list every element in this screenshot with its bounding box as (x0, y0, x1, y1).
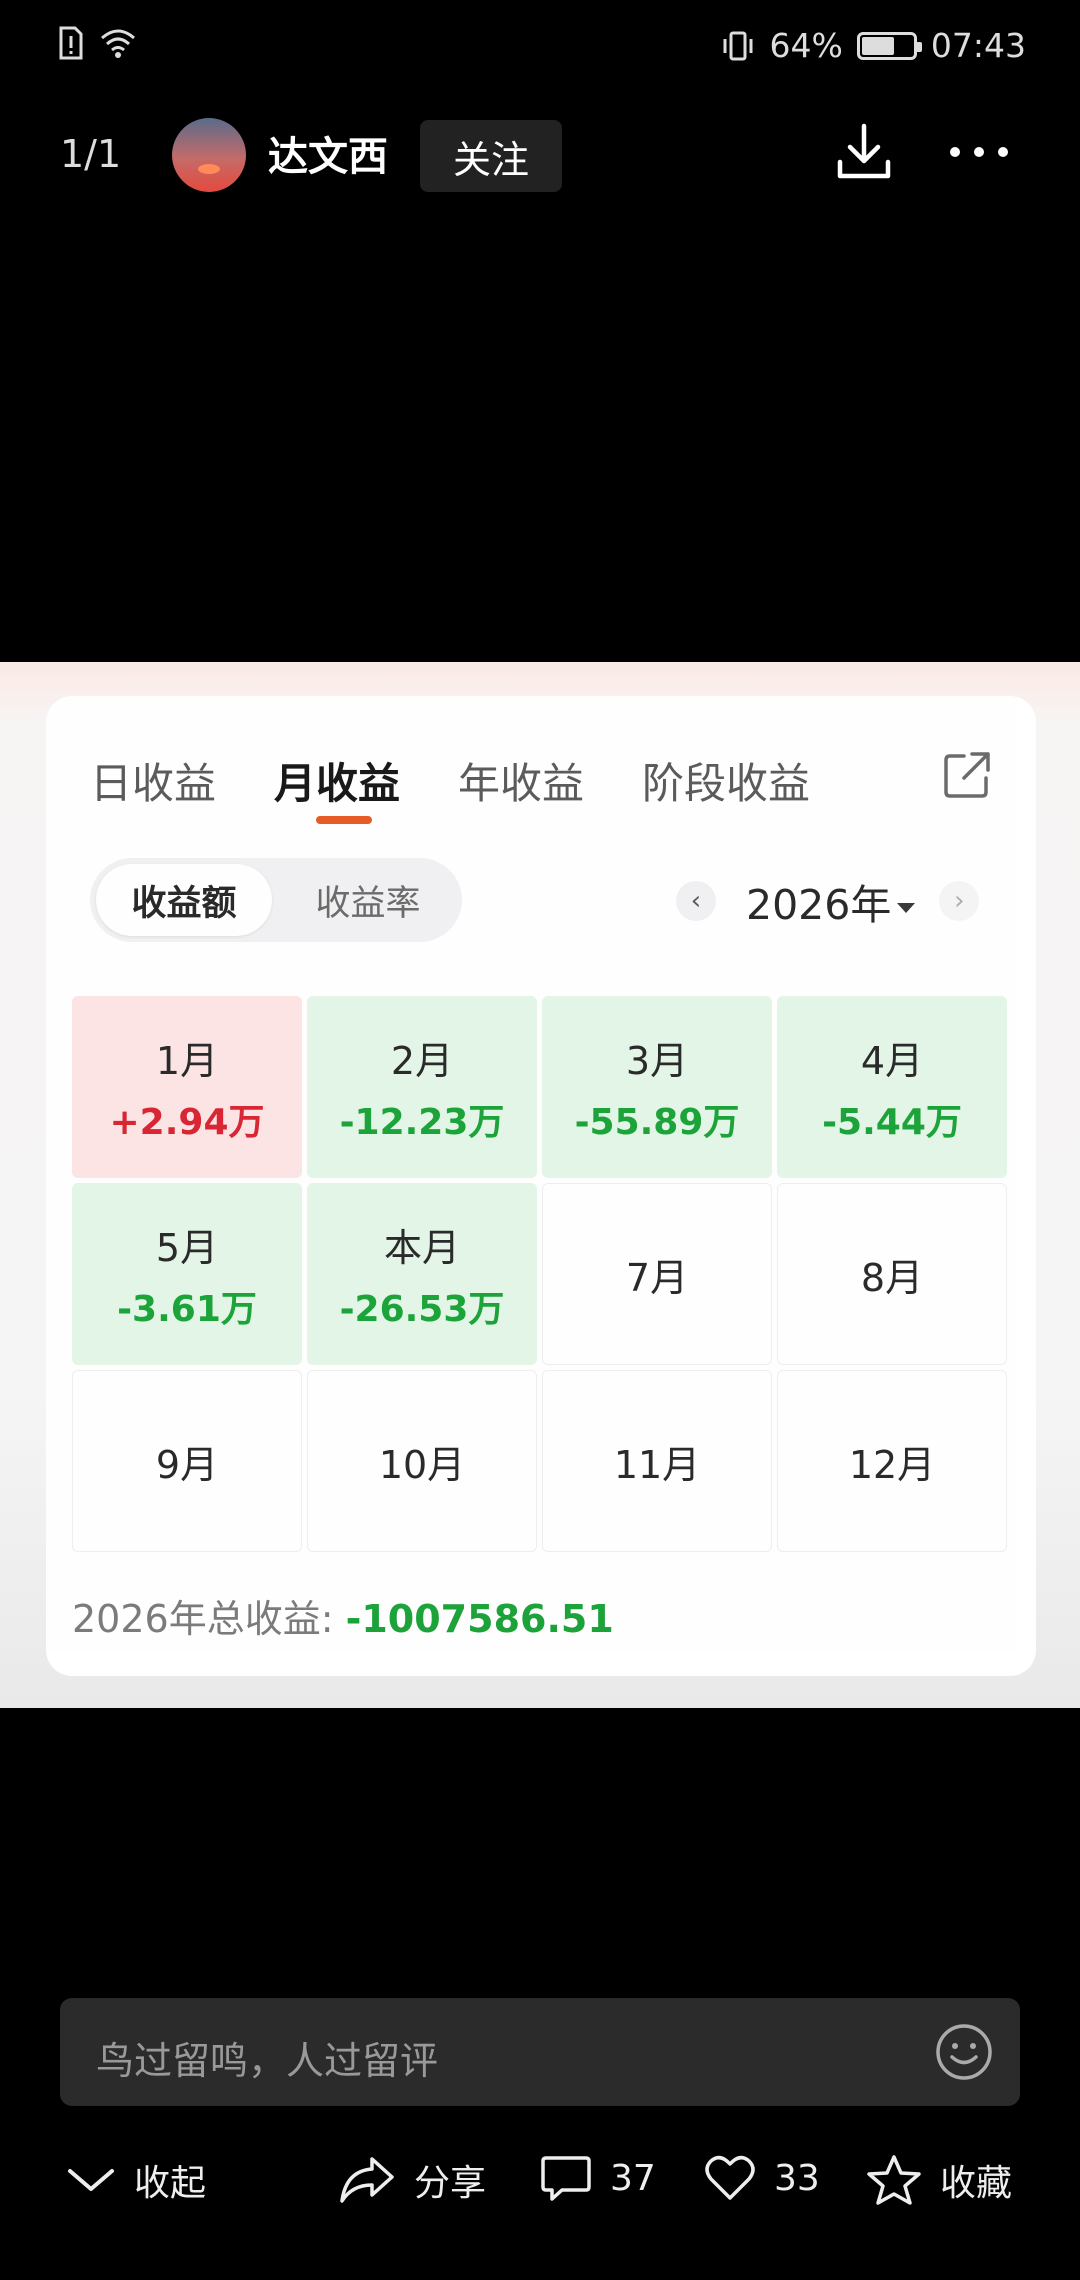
month-cell[interactable]: 9月 (72, 1370, 302, 1552)
tab-monthly[interactable]: 月收益 (274, 750, 400, 830)
total-label: 2026年总收益: (72, 1597, 346, 1641)
battery-percent: 64% (769, 26, 843, 65)
month-cell[interactable]: 1月 +2.94万 (72, 996, 302, 1178)
action-bar: 收起 分享 37 33 收藏 (0, 2140, 1080, 2220)
month-label: 3月 (625, 1038, 689, 1083)
avatar[interactable] (172, 118, 246, 192)
month-label: 1月 (155, 1038, 219, 1083)
comment-placeholder: 鸟过留鸣，人过留评 (96, 2039, 439, 2083)
month-cell[interactable]: 本月 -26.53万 (307, 1183, 537, 1365)
month-cell[interactable]: 2月 -12.23万 (307, 996, 537, 1178)
like-button[interactable]: 33 (704, 2154, 820, 2202)
post-header: 1/1 达文西 关注 (0, 110, 1080, 200)
post-image[interactable]: 日收益 月收益 年收益 阶段收益 收益额 收益率 ‹ 2026年 › 1月 +2.… (0, 662, 1080, 1708)
month-value: -12.23万 (339, 1101, 505, 1143)
share-out-icon[interactable] (942, 750, 992, 800)
star-icon (867, 2155, 921, 2205)
month-label: 4月 (860, 1038, 924, 1083)
username[interactable]: 达文西 (268, 124, 388, 182)
earnings-card: 日收益 月收益 年收益 阶段收益 收益额 收益率 ‹ 2026年 › 1月 +2.… (46, 696, 1036, 1676)
month-label: 11月 (613, 1442, 701, 1487)
emoji-icon[interactable] (934, 2022, 994, 2082)
sim-alert-icon (59, 26, 83, 60)
battery-icon (856, 31, 922, 60)
month-cell[interactable]: 8月 (777, 1183, 1007, 1365)
year-dropdown[interactable]: 2026年 (746, 871, 916, 931)
month-label: 10月 (378, 1442, 466, 1487)
prev-year-button[interactable]: ‹ (676, 881, 716, 921)
month-value: -5.44万 (822, 1101, 962, 1143)
toggle-amount[interactable]: 收益额 (96, 864, 272, 936)
year-selector: ‹ 2026年 › (676, 866, 980, 936)
month-cell[interactable]: 12月 (777, 1370, 1007, 1552)
share-icon (340, 2157, 394, 2203)
month-label: 本月 (383, 1225, 460, 1270)
month-value: +2.94万 (109, 1101, 265, 1143)
comments-button[interactable]: 37 (540, 2154, 656, 2202)
month-label: 2月 (390, 1038, 454, 1083)
clock: 07:43 (930, 26, 1026, 65)
comment-count: 37 (610, 2157, 656, 2199)
total-value: -1007586.51 (345, 1597, 614, 1641)
month-label: 7月 (625, 1255, 689, 1300)
collapse-label: 收起 (134, 2163, 207, 2204)
favorite-label: 收藏 (940, 2163, 1013, 2204)
chevron-down-icon (68, 2169, 114, 2191)
month-grid: 1月 +2.94万 2月 -12.23万 3月 -55.89万 4月 -5.44万 5月 -3.6… (72, 996, 1010, 1552)
earnings-tabs: 日收益 月收益 年收益 阶段收益 (90, 750, 868, 830)
page-counter: 1/1 (60, 132, 122, 176)
tab-yearly[interactable]: 年收益 (458, 750, 584, 830)
download-icon[interactable] (836, 122, 892, 182)
month-value: -55.89万 (574, 1101, 740, 1143)
next-year-button[interactable]: › (939, 881, 980, 921)
month-label: 12月 (848, 1442, 936, 1487)
toggle-rate[interactable]: 收益率 (280, 864, 456, 936)
tab-period[interactable]: 阶段收益 (642, 750, 810, 830)
comment-input[interactable]: 鸟过留鸣，人过留评 (60, 1998, 1020, 2106)
like-count: 33 (774, 2157, 820, 2199)
month-cell[interactable]: 10月 (307, 1370, 537, 1552)
month-label: 9月 (155, 1442, 219, 1487)
month-cell[interactable]: 11月 (542, 1370, 772, 1552)
month-cell[interactable]: 5月 -3.61万 (72, 1183, 302, 1365)
collapse-button[interactable]: 收起 (66, 2154, 206, 2206)
year-value: 2026年 (746, 881, 892, 929)
month-label: 8月 (860, 1255, 924, 1300)
month-cell[interactable]: 4月 -5.44万 (777, 996, 1007, 1178)
comment-icon (541, 2156, 591, 2201)
month-value: -26.53万 (339, 1288, 505, 1330)
month-cell[interactable]: 3月 -55.89万 (542, 996, 772, 1178)
favorite-button[interactable]: 收藏 (866, 2154, 1012, 2206)
wifi-icon (101, 29, 135, 58)
more-options-button[interactable] (950, 132, 1020, 172)
metric-toggle: 收益额 收益率 (90, 858, 462, 942)
month-value: -3.61万 (117, 1288, 257, 1330)
heart-icon (705, 2155, 755, 2200)
month-label: 5月 (155, 1225, 219, 1270)
month-cell[interactable]: 7月 (542, 1183, 772, 1365)
follow-button[interactable]: 关注 (420, 120, 562, 192)
yearly-total: 2026年总收益: -1007586.51 (72, 1588, 614, 1643)
tab-daily[interactable]: 日收益 (90, 750, 216, 830)
vibrate-icon (723, 31, 753, 60)
share-button[interactable]: 分享 (338, 2154, 486, 2206)
caret-down-icon (897, 903, 916, 913)
share-label: 分享 (414, 2163, 487, 2204)
status-bar: 64% 07:43 (0, 0, 1080, 90)
